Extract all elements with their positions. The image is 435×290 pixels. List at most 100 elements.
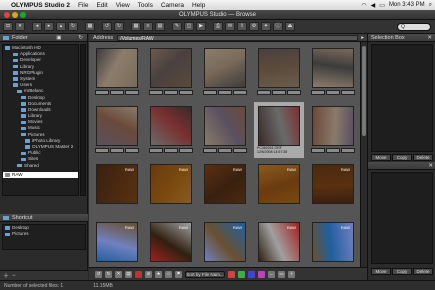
red-label-icon[interactable] [135,270,142,278]
label-blue-icon[interactable] [248,270,255,278]
copy-button[interactable]: Copy [392,268,412,275]
search-field[interactable]: Q [397,23,431,31]
photo-thumbnail[interactable] [92,44,142,100]
folder-icon[interactable]: ▤ [125,270,132,278]
shortcut-item[interactable]: Pictures [3,231,85,237]
remove-shortcut-icon[interactable]: − [12,273,16,279]
go-icon[interactable]: ▸ [358,35,367,41]
delete-icon[interactable]: ✕ [115,270,122,278]
photo-thumbnail[interactable]: PC060261.ORF 12/6/2008 14:57:38 [254,102,304,158]
rotate-left-icon[interactable]: ↺ [95,270,102,278]
photo-thumbnail[interactable] [308,102,358,158]
zoom-icon[interactable] [20,12,26,18]
menu-view[interactable]: View [116,2,130,9]
grid-view-icon[interactable]: ▦ [131,22,141,31]
battery-icon[interactable]: ▭ [379,2,385,9]
folder-icon [21,108,26,112]
spotlight-icon[interactable]: ⌕ [429,2,432,9]
menu-edit[interactable]: Edit [96,2,107,9]
photo-thumbnail[interactable]: RAW [254,160,304,216]
menu-app-name[interactable]: OLYMPUS Studio 2 [11,2,70,9]
info-icon[interactable]: ⓘ [273,22,283,31]
menu-camera[interactable]: Camera [161,2,184,9]
edit-icon[interactable]: ✎ [172,22,182,31]
rotate-right-icon[interactable]: ↻ [105,270,112,278]
protect-icon[interactable]: ⊘ [145,270,152,278]
photo-thumbnail[interactable] [146,44,196,100]
scroll-knob[interactable] [362,46,366,136]
minimize-icon[interactable] [12,12,18,18]
photo-thumbnail[interactable]: RAW [200,218,250,267]
close-icon[interactable] [4,12,10,18]
menu-help[interactable]: Help [192,2,205,9]
folder-icon [13,52,18,57]
folder-tree-scrollbar[interactable] [80,44,86,196]
menu-tools[interactable]: Tools [138,2,153,9]
camera-icon[interactable]: ◘ [3,22,13,31]
clock[interactable]: Mon 3:43 PM [389,2,425,8]
tag-icon[interactable]: ✦ [261,22,271,31]
view-icon[interactable]: ▾ [15,22,25,31]
compare-icon[interactable]: ◫ [184,22,194,31]
photo-thumbnail[interactable] [92,102,142,158]
selection-box-2[interactable] [371,172,433,264]
star-icon[interactable]: ★ [155,270,162,278]
photo-thumbnail[interactable]: RAW [308,218,358,267]
photo-thumbnail[interactable] [146,102,196,158]
photo-thumbnail[interactable] [200,44,250,100]
thumbnail-size-icon[interactable]: ▭ [278,270,285,278]
photo-thumbnail[interactable]: RAW [308,160,358,216]
export-icon[interactable]: ⇪ [237,22,247,31]
flag-icon[interactable]: ⚑ [175,270,182,278]
forward-icon[interactable]: ▸ [44,22,54,31]
photo-thumbnail[interactable]: RAW [92,218,142,267]
layout-icon[interactable]: ▦ [85,22,95,31]
new-folder-icon[interactable]: ▣ [56,35,61,41]
folder-tree-item[interactable]: Shared [3,163,78,169]
print-icon[interactable]: ⎙ [213,22,223,31]
label-purple-icon[interactable] [258,270,265,278]
up-folder-icon[interactable]: ▴ [56,22,66,31]
photo-thumbnail[interactable]: RAW [254,218,304,267]
zoom-out-icon[interactable]: − [268,270,275,278]
photo-thumbnail[interactable] [254,44,304,100]
email-icon[interactable]: ✉ [225,22,235,31]
slideshow-icon[interactable]: ▶ [196,22,206,31]
folder-tree-item[interactable]: RAW [3,171,78,178]
exit-icon[interactable]: ⏏ [285,22,295,31]
folder-tab[interactable]: Folder [12,35,28,41]
filmstrip-icon[interactable]: ▤ [155,22,165,31]
delete-button[interactable]: Delete [413,268,433,275]
refresh-icon[interactable]: ↻ [68,22,78,31]
delete-button[interactable]: Delete [413,154,433,161]
label-green-icon[interactable] [238,270,245,278]
add-shortcut-icon[interactable]: ＋ [3,271,9,280]
copy-button[interactable]: Copy [392,154,412,161]
photo-thumbnail[interactable]: RAW [146,218,196,267]
address-path[interactable]: /Volumes/RAW [117,34,359,42]
back-icon[interactable]: ◂ [32,22,42,31]
refresh-folder-icon[interactable]: ↻ [78,35,83,41]
settings-icon[interactable]: ⚙ [249,22,259,31]
rotate-right-icon[interactable]: ↻ [114,22,124,31]
menu-file[interactable]: File [78,2,88,9]
move-button[interactable]: Move [371,268,391,275]
volume-icon[interactable]: ◀ [371,2,376,9]
rating-icon[interactable]: ☆ [165,270,172,278]
photo-thumbnail[interactable] [200,102,250,158]
close-icon[interactable]: ✕ [428,163,433,169]
wifi-icon[interactable]: ◠ [361,2,366,9]
rotate-left-icon[interactable]: ↺ [102,22,112,31]
photo-thumbnail[interactable] [308,44,358,100]
move-button[interactable]: Move [371,154,391,161]
sort-dropdown[interactable]: Sort by File Nam... [185,270,225,278]
close-icon[interactable]: ✕ [427,35,432,41]
label-red-icon[interactable] [228,270,235,278]
zoom-in-icon[interactable]: ＋ [288,270,295,278]
photo-thumbnail[interactable]: RAW [200,160,250,216]
list-view-icon[interactable]: ≡ [143,22,153,31]
grid-scrollbar[interactable] [360,42,367,267]
photo-thumbnail[interactable]: RAW [146,160,196,216]
selection-box-1[interactable] [371,44,433,152]
photo-thumbnail[interactable]: RAW [92,160,142,216]
